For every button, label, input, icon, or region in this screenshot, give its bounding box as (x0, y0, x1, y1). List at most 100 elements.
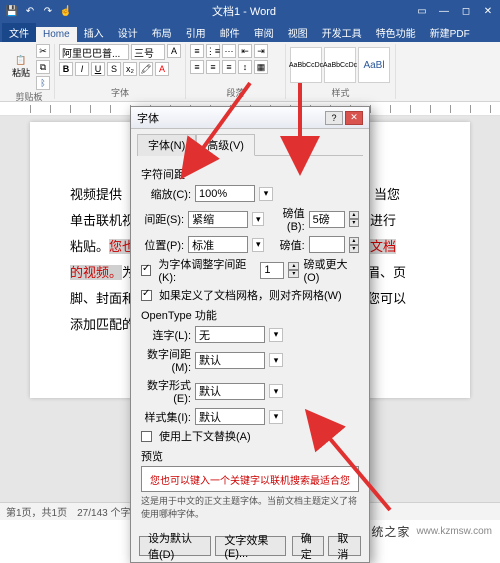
save-icon[interactable]: 💾 (4, 3, 20, 19)
kerning-input[interactable] (260, 262, 284, 279)
spacing-dropdown-icon[interactable]: ▾ (252, 212, 264, 226)
position-pts-input[interactable] (309, 236, 345, 253)
minimize-icon[interactable]: — (436, 3, 452, 19)
scale-input[interactable] (195, 185, 255, 202)
tab-home[interactable]: Home (36, 27, 77, 42)
copy-icon[interactable]: ⧉ (36, 60, 50, 74)
tab-newpdf[interactable]: 新建PDF (423, 23, 477, 42)
styleset-dropdown-icon[interactable]: ▾ (269, 410, 283, 424)
status-words[interactable]: 27/143 个字 (77, 504, 130, 519)
position-input[interactable] (188, 236, 248, 253)
text-effects-button[interactable]: 文字效果(E)... (215, 536, 285, 556)
numform-label: 数字形式(E): (141, 377, 191, 405)
tab-layout[interactable]: 布局 (145, 23, 179, 42)
numspacing-label: 数字间距(M): (141, 346, 191, 374)
kerning-label: 为字体调整字间距(K): (158, 256, 256, 284)
scale-label: 缩放(C): (141, 186, 191, 202)
ok-button[interactable]: 确定 (292, 536, 325, 556)
ligature-label: 连字(L): (141, 327, 191, 343)
tab-features[interactable]: 特色功能 (369, 23, 423, 42)
ligature-input[interactable] (195, 326, 265, 343)
dialog-close-icon[interactable]: ✕ (345, 111, 363, 125)
touch-icon[interactable]: ☝ (58, 3, 74, 19)
numbering-icon[interactable]: ⋮≡ (206, 44, 220, 58)
multilevel-icon[interactable]: ⋯ (222, 44, 236, 58)
spacing-pts-input[interactable] (309, 211, 345, 228)
italic-icon[interactable]: I (75, 62, 89, 76)
contextalt-checkbox[interactable] (141, 431, 152, 442)
grid-label: 如果定义了文档网格，则对齐网格(W) (159, 287, 342, 303)
style-heading1[interactable]: AaBl (358, 47, 390, 83)
dialog-tab-advanced[interactable]: 高级(V) (196, 134, 255, 156)
default-button[interactable]: 设为默认值(D) (139, 536, 211, 556)
font-size-select[interactable] (131, 44, 165, 60)
ribbon-tabs: 文件 Home 插入 设计 布局 引用 邮件 审阅 视图 开发工具 特色功能 新… (0, 22, 500, 42)
tab-references[interactable]: 引用 (179, 23, 213, 42)
position-spinner[interactable]: ▴▾ (349, 237, 359, 253)
dialog-help-icon[interactable]: ? (325, 111, 343, 125)
position-dropdown-icon[interactable]: ▾ (252, 238, 264, 252)
numform-dropdown-icon[interactable]: ▾ (269, 384, 283, 398)
cancel-button[interactable]: 取消 (328, 536, 361, 556)
styleset-label: 样式集(I): (141, 409, 191, 425)
shading-icon[interactable]: ▦ (254, 60, 268, 74)
app-title: 文档1 - Word (74, 3, 414, 19)
strike-icon[interactable]: S (107, 62, 121, 76)
position-pts-label: 磅值: (268, 237, 304, 253)
styleset-input[interactable] (195, 408, 265, 425)
tab-file[interactable]: 文件 (2, 23, 36, 42)
spacing-pts-label: 磅值(B): (268, 205, 304, 233)
redo-icon[interactable]: ↷ (40, 3, 56, 19)
tab-view[interactable]: 视图 (281, 23, 315, 42)
sub-icon[interactable]: x₂ (123, 62, 137, 76)
align-center-icon[interactable]: ≡ (206, 60, 220, 74)
tab-insert[interactable]: 插入 (77, 23, 111, 42)
line-spacing-icon[interactable]: ↕ (238, 60, 252, 74)
kerning-spinner[interactable]: ▴▾ (288, 262, 299, 278)
bold-icon[interactable]: B (59, 62, 73, 76)
numspacing-dropdown-icon[interactable]: ▾ (269, 353, 283, 367)
numspacing-input[interactable] (195, 352, 265, 369)
kerning-checkbox[interactable] (141, 265, 151, 276)
dialog-title: 字体 (137, 110, 159, 126)
spacing-spinner[interactable]: ▴▾ (349, 211, 359, 227)
grid-checkbox[interactable] (141, 290, 152, 301)
dialog-titlebar[interactable]: 字体 ? ✕ (131, 107, 369, 129)
close-icon[interactable]: ✕ (480, 3, 496, 19)
bullets-icon[interactable]: ≡ (190, 44, 204, 58)
tab-review[interactable]: 审阅 (247, 23, 281, 42)
preview-label: 预览 (141, 448, 359, 464)
position-label: 位置(P): (141, 237, 184, 253)
ribbon-group-paragraph: ≡ ⋮≡ ⋯ ⇤ ⇥ ≡ ≡ ≡ ↕ ▦ 段落 (186, 44, 286, 99)
watermark-url: www.kzmsw.com (416, 526, 492, 537)
scale-dropdown-icon[interactable]: ▾ (259, 187, 273, 201)
tab-design[interactable]: 设计 (111, 23, 145, 42)
align-left-icon[interactable]: ≡ (190, 60, 204, 74)
increase-font-icon[interactable]: A (167, 44, 181, 58)
cut-icon[interactable]: ✂ (36, 44, 50, 58)
status-page[interactable]: 第1页，共1页 (6, 504, 67, 519)
font-color-icon[interactable]: A (155, 62, 169, 76)
align-right-icon[interactable]: ≡ (222, 60, 236, 74)
numform-input[interactable] (195, 383, 265, 400)
font-dialog: 字体 ? ✕ 字体(N) 高级(V) 字符间距 缩放(C): ▾ 间距(S): … (130, 106, 370, 563)
paste-button[interactable]: 📋粘贴 (8, 47, 34, 87)
highlight-icon[interactable]: 🖍 (139, 62, 153, 76)
style-normal[interactable]: AaBbCcDc (290, 47, 322, 83)
underline-icon[interactable]: U (91, 62, 105, 76)
indent-dec-icon[interactable]: ⇤ (238, 44, 252, 58)
ribbon-options-icon[interactable]: ▭ (414, 3, 430, 19)
spacing-input[interactable] (188, 211, 248, 228)
tab-devtools[interactable]: 开发工具 (315, 23, 369, 42)
tab-mailings[interactable]: 邮件 (213, 23, 247, 42)
font-family-select[interactable] (59, 44, 129, 60)
undo-icon[interactable]: ↶ (22, 3, 38, 19)
ligature-dropdown-icon[interactable]: ▾ (269, 328, 283, 342)
ribbon: 📋粘贴 ✂ ⧉ ᛒ 剪贴板 A B I U S x₂ 🖍 A (0, 42, 500, 102)
indent-inc-icon[interactable]: ⇥ (254, 44, 268, 58)
bluetooth-icon[interactable]: ᛒ (36, 76, 50, 90)
maximize-icon[interactable]: ◻ (458, 3, 474, 19)
style-nospacing[interactable]: AaBbCcDc (324, 47, 356, 83)
dialog-tab-font[interactable]: 字体(N) (137, 134, 196, 156)
ribbon-group-font: A B I U S x₂ 🖍 A 字体 (55, 44, 186, 99)
